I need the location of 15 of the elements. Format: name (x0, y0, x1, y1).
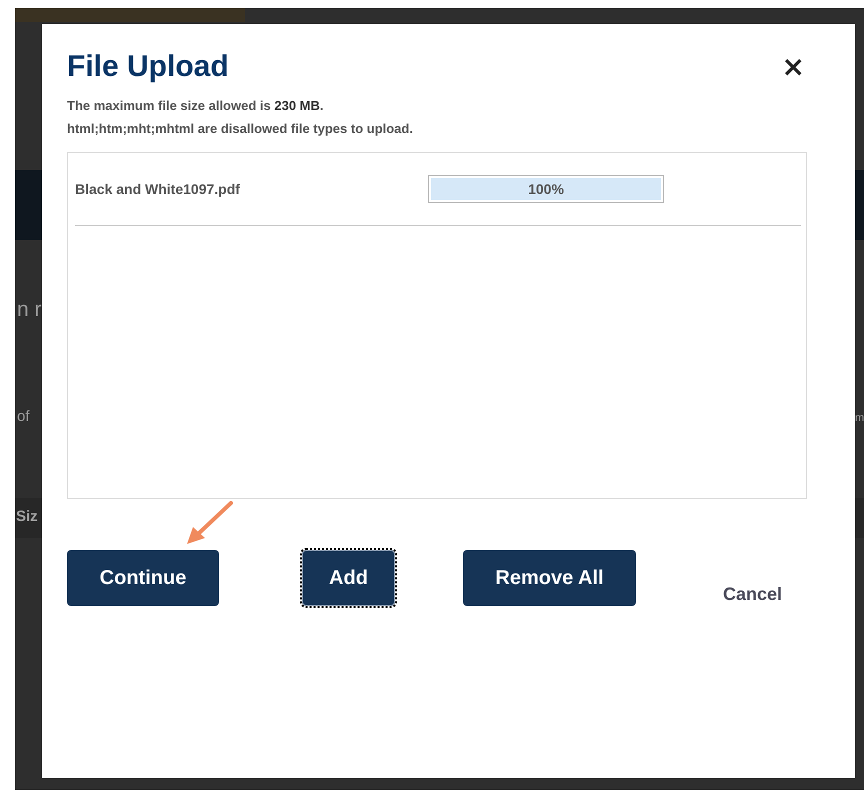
cancel-link[interactable]: Cancel (723, 584, 782, 605)
dialog-title: File Upload (67, 50, 229, 84)
progress-text: 100% (528, 181, 564, 197)
action-button[interactable]: Add (302, 550, 395, 606)
file-name: Black and White1097.pdf (75, 181, 241, 197)
pointer-arrow (185, 500, 235, 546)
background-text: m (855, 412, 864, 424)
info-text: The maximum file size allowed is 230 MB. (67, 98, 325, 113)
action-button[interactable]: Remove All (463, 550, 636, 606)
close-button[interactable]: × (780, 53, 807, 81)
background-text: Siz (16, 508, 38, 525)
background-text: n r (17, 298, 42, 322)
action-button[interactable]: Continue (67, 550, 219, 606)
background-text: of (17, 408, 30, 425)
info-text: html;htm;mht;mhtml are disallowed file types to upload. (67, 121, 414, 136)
